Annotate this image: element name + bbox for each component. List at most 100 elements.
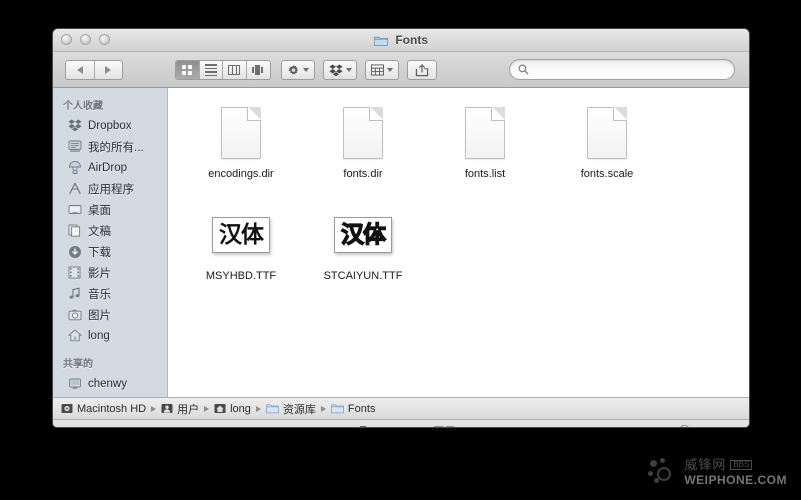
sidebar-item-label: Dropbox (88, 119, 132, 132)
file-item[interactable]: fonts.list (424, 102, 546, 204)
icon-grid: encodings.dir fonts.dir fonts.list fonts… (168, 88, 749, 306)
breadcrumb-label: 资源库 (282, 403, 316, 416)
font-preview-text: 汉体 (340, 221, 386, 248)
chevron-down-icon (387, 68, 393, 72)
sidebar-section-shared-header: 共享的 (63, 359, 93, 370)
file-name-label: STCAIYUN.TTF (323, 270, 403, 282)
weiphone-logo-icon (648, 458, 676, 486)
watermark-cn-text: 威锋网 (684, 457, 727, 472)
users-folder-icon (161, 403, 173, 414)
path-bar: Macintosh HD 用户 long 资源库 Fonts (53, 397, 749, 419)
breadcrumb-item-library[interactable]: 资源库 (266, 401, 316, 417)
sidebar-item-label: 图片 (88, 309, 111, 322)
slider-knob[interactable] (679, 425, 690, 427)
folder-icon (374, 34, 388, 50)
dropbox-icon (328, 64, 343, 76)
sidebar-item-applications[interactable]: 应用程序 (53, 178, 167, 199)
file-item[interactable]: fonts.dir (302, 102, 424, 204)
chevron-down-icon (345, 68, 352, 72)
chevron-right-icon (105, 66, 112, 74)
file-name-label: encodings.dir (208, 168, 274, 180)
sidebar-item-pictures[interactable]: 图片 (53, 304, 167, 325)
search-field[interactable] (509, 59, 735, 80)
sidebar-item-chenwy[interactable]: chenwy (53, 373, 167, 394)
file-item[interactable]: 汉体 MSYHBD.TTF (180, 204, 302, 306)
column-view-icon (228, 65, 241, 75)
desktop-icon (67, 202, 82, 217)
search-icon (518, 64, 529, 75)
watermark-en: WEIPHONE.COM (684, 473, 787, 487)
sidebar-item-music[interactable]: 音乐 (53, 283, 167, 304)
blank-document-icon (343, 102, 383, 164)
file-item[interactable]: fonts.scale (546, 102, 668, 204)
file-item[interactable]: encodings.dir (180, 102, 302, 204)
window-title: Fonts (53, 32, 749, 50)
sidebar-item-label: AirDrop (88, 161, 127, 174)
breadcrumb-label: 用户 (177, 403, 200, 416)
view-mode-coverflow[interactable] (247, 61, 271, 79)
sidebar-item-home[interactable]: long (53, 325, 167, 346)
watermark-cn: 威锋网 BBS (684, 458, 787, 471)
view-mode-list[interactable] (200, 61, 223, 79)
chevron-down-icon (303, 68, 309, 72)
sidebar-item-airdrop[interactable]: AirDrop (53, 157, 167, 178)
file-name-label: fonts.dir (343, 168, 383, 180)
arrange-menu-button[interactable] (365, 60, 399, 80)
computer-icon (67, 376, 82, 391)
window-title-text: Fonts (395, 33, 428, 47)
dropbox-menu-button[interactable] (323, 60, 357, 80)
forward-button[interactable] (95, 61, 123, 79)
home-folder-icon (214, 403, 226, 414)
documents-icon (67, 223, 82, 238)
breadcrumb-item-users[interactable]: 用户 (161, 401, 199, 417)
breadcrumb-label: long (230, 402, 251, 415)
breadcrumb-label: Fonts (347, 402, 376, 415)
share-button[interactable] (407, 60, 437, 80)
movies-icon (67, 265, 82, 280)
sidebar-item-all-my-files[interactable]: 我的所有... (53, 136, 167, 157)
blank-document-icon (221, 102, 261, 164)
icon-view-icon (182, 65, 193, 75)
watermark-text: 威锋网 BBS WEIPHONE.COM (684, 458, 787, 486)
view-mode-icon[interactable] (176, 61, 200, 79)
sidebar-item-desktop[interactable]: 桌面 (53, 199, 167, 220)
watermark: 威锋网 BBS WEIPHONE.COM (648, 458, 787, 486)
action-menu-button[interactable] (281, 60, 315, 80)
list-view-icon (204, 64, 217, 76)
sidebar-section-favorites-header: 个人收藏 (63, 101, 103, 112)
search-input[interactable] (534, 62, 718, 77)
navigation-buttons (65, 60, 123, 80)
breadcrumb-item-fonts[interactable]: Fonts (331, 402, 376, 415)
sidebar-item-movies[interactable]: 影片 (53, 262, 167, 283)
breadcrumb-item-long[interactable]: long (214, 403, 251, 415)
file-name-label: MSYHBD.TTF (205, 270, 277, 282)
sidebar-item-label: 文稿 (88, 225, 111, 238)
downloads-icon (67, 244, 82, 259)
toolbar (53, 52, 749, 88)
arrange-icon (371, 64, 384, 76)
status-text: 6 项，229.47 GB 可用 (347, 423, 456, 428)
breadcrumb-separator-icon (204, 405, 210, 412)
title-bar: Fonts (53, 29, 749, 52)
view-mode-group (175, 60, 271, 80)
sidebar-item-documents[interactable]: 文稿 (53, 220, 167, 241)
file-item[interactable]: 汉体 STCAIYUN.TTF (302, 204, 424, 306)
folder-icon (266, 403, 279, 414)
back-button[interactable] (66, 61, 95, 79)
home-icon (67, 328, 82, 343)
icon-size-slider[interactable] (655, 425, 737, 427)
sidebar-item-label: 桌面 (88, 204, 111, 217)
breadcrumb-separator-icon (151, 405, 157, 412)
breadcrumb-item-macintosh-hd[interactable]: Macintosh HD (61, 403, 146, 415)
sidebar-item-downloads[interactable]: 下载 (53, 241, 167, 262)
hard-disk-icon (61, 403, 73, 414)
sidebar-item-label: 影片 (88, 267, 111, 280)
view-mode-column[interactable] (223, 61, 247, 79)
sidebar-item-dropbox[interactable]: Dropbox (53, 115, 167, 136)
music-icon (67, 286, 82, 301)
blank-document-icon (465, 102, 505, 164)
sidebar: 个人收藏 Dropbox 我的所有... AirDrop 应用程序 桌面 文稿 … (53, 88, 168, 397)
font-preview-outline-icon: 汉体 (334, 204, 392, 266)
sidebar-item-jesses-pc[interactable]: jesses-pc (53, 394, 167, 397)
file-content-area[interactable]: encodings.dir fonts.dir fonts.list fonts… (168, 88, 749, 397)
